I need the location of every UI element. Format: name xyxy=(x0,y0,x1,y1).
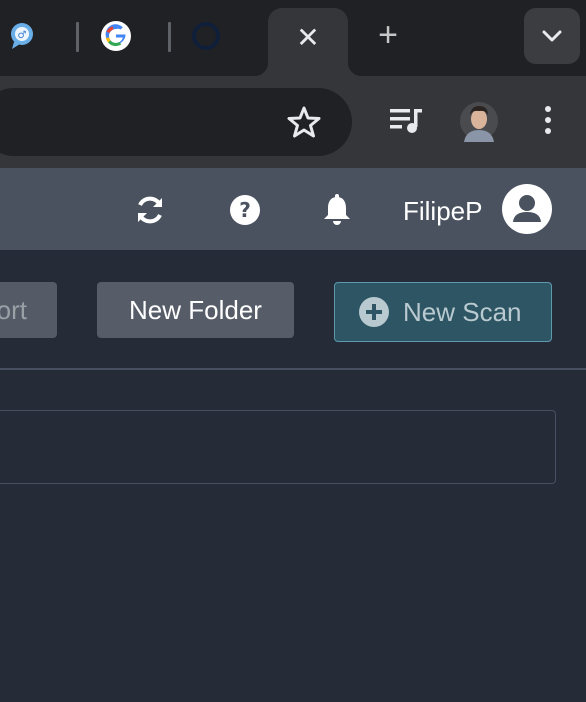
new-folder-button-label: New Folder xyxy=(129,294,262,325)
kebab-menu-icon[interactable] xyxy=(526,98,570,142)
tab-separator xyxy=(76,22,79,52)
star-icon[interactable] xyxy=(286,104,322,140)
section-divider xyxy=(0,368,586,370)
browser-tab-strip: ♂ ✕ + xyxy=(0,0,586,76)
search-filter-input[interactable] xyxy=(0,410,556,484)
svg-text:?: ? xyxy=(239,198,251,222)
import-button-label: ort xyxy=(0,294,27,325)
new-folder-button[interactable]: New Folder xyxy=(97,282,294,338)
new-scan-button[interactable]: New Scan xyxy=(334,282,552,342)
chevron-down-icon xyxy=(542,30,562,42)
new-scan-button-label: New Scan xyxy=(403,296,522,327)
bell-icon[interactable] xyxy=(319,192,355,228)
username-label[interactable]: FilipeP xyxy=(403,196,482,226)
app-header xyxy=(0,168,586,250)
help-icon[interactable]: ? xyxy=(227,192,263,228)
tab-separator xyxy=(168,22,171,52)
plus-circle-icon xyxy=(359,297,389,327)
user-avatar-icon[interactable] xyxy=(502,184,552,234)
circle-favicon-icon[interactable] xyxy=(190,20,222,52)
close-tab-icon[interactable]: ✕ xyxy=(292,22,324,54)
chat-bubble-favicon-icon[interactable]: ♂ xyxy=(6,20,38,52)
refresh-icon[interactable] xyxy=(132,192,168,228)
tab-search-button[interactable] xyxy=(524,8,580,64)
import-button[interactable]: ort xyxy=(0,282,57,338)
new-tab-button[interactable]: + xyxy=(370,18,406,54)
active-tab[interactable]: ✕ xyxy=(254,8,362,76)
google-favicon-icon[interactable] xyxy=(100,20,132,52)
profile-avatar-icon[interactable] xyxy=(460,100,498,142)
media-playlist-icon[interactable] xyxy=(384,98,428,142)
svg-text:♂: ♂ xyxy=(18,30,27,41)
